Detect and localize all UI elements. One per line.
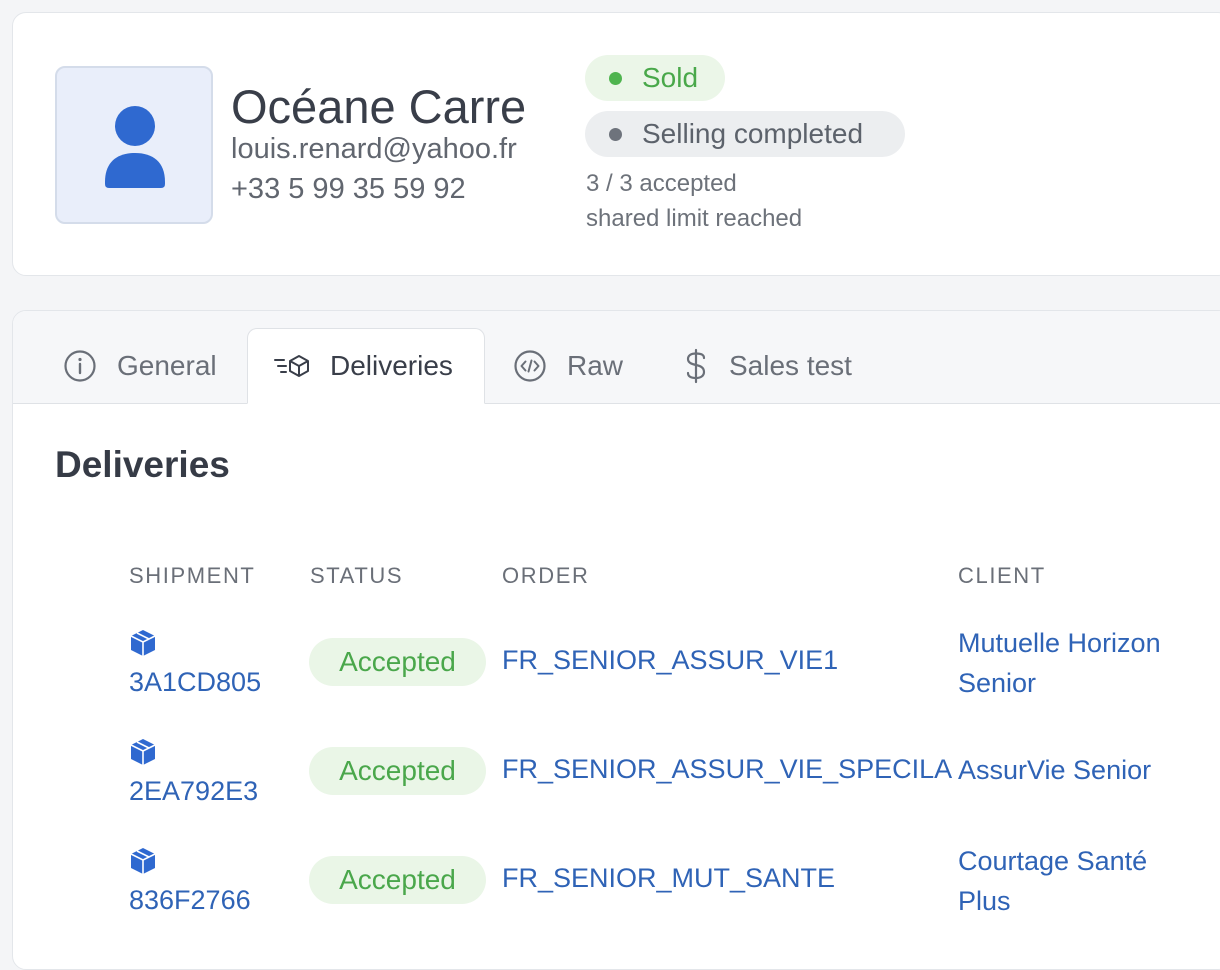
contact-email: louis.renard@yahoo.fr (231, 133, 517, 165)
client-name-line2: Plus (958, 886, 1011, 916)
tab-sales-test-label: Sales test (729, 350, 852, 381)
sold-status-badge: Sold (585, 55, 725, 101)
status-badge: Accepted (309, 638, 486, 686)
dollar-icon (686, 348, 706, 384)
accepted-count: 3 / 3 accepted (586, 170, 737, 197)
section-title: Deliveries (55, 444, 230, 485)
tab-bar: General Deliveries Raw Sales test (13, 311, 1220, 404)
tab-sales-test[interactable]: Sales test (665, 328, 905, 404)
table-row: 2EA792E3 Accepted FR_SENIOR_ASSUR_VIE_SP… (13, 732, 1220, 832)
client-link[interactable]: Courtage Santé Plus (958, 841, 1198, 921)
client-link[interactable]: AssurVie Senior (958, 750, 1198, 790)
selling-status-label: Selling completed (642, 118, 864, 149)
column-header-status: STATUS (310, 563, 404, 588)
tab-deliveries-label: Deliveries (330, 350, 453, 381)
column-header-order: ORDER (502, 563, 590, 588)
tab-general[interactable]: General (45, 328, 245, 404)
info-circle-icon (64, 350, 96, 382)
code-icon (514, 350, 546, 382)
client-name-line1: AssurVie Senior (958, 755, 1152, 785)
deliveries-card: General Deliveries Raw Sales test Delive… (12, 310, 1220, 970)
shipment-link[interactable]: 2EA792E3 (129, 776, 258, 807)
table-row: 3A1CD805 Accepted FR_SENIOR_ASSUR_VIE1 M… (13, 623, 1220, 723)
box-icon (130, 848, 156, 874)
shipment-link[interactable]: 3A1CD805 (129, 667, 261, 698)
shipment-link[interactable]: 836F2766 (129, 885, 251, 916)
status-dot (609, 127, 622, 141)
contact-name: Océane Carre (231, 80, 527, 133)
avatar (55, 66, 213, 224)
box-icon (130, 630, 156, 656)
client-name-line1: Courtage Santé (958, 846, 1148, 876)
status-badge: Accepted (309, 856, 486, 904)
sold-status-label: Sold (642, 62, 699, 93)
selling-status-badge: Selling completed (585, 111, 905, 157)
client-name-line1: Mutuelle Horizon (958, 628, 1161, 658)
column-header-client: CLIENT (958, 563, 1046, 588)
order-link[interactable]: FR_SENIOR_ASSUR_VIE1 (502, 645, 838, 676)
limit-text: shared limit reached (586, 205, 803, 232)
client-name-line2: Senior (958, 668, 1037, 698)
order-link[interactable]: FR_SENIOR_ASSUR_VIE_SPECILA (502, 754, 952, 785)
client-link[interactable]: Mutuelle Horizon Senior (958, 623, 1198, 703)
order-link[interactable]: FR_SENIOR_MUT_SANTE (502, 863, 835, 894)
contact-phone: +33 5 99 35 59 92 (231, 173, 466, 205)
tab-raw-label: Raw (567, 350, 624, 381)
tab-deliveries[interactable]: Deliveries (247, 328, 485, 404)
tab-general-label: General (117, 350, 217, 381)
tab-raw[interactable]: Raw (495, 328, 645, 404)
table-row: 836F2766 Accepted FR_SENIOR_MUT_SANTE Co… (13, 841, 1220, 941)
profile-card: Océane Carre louis.renard@yahoo.fr +33 5… (12, 12, 1220, 276)
user-icon (105, 106, 165, 188)
status-badge: Accepted (309, 747, 486, 795)
delivery-box-icon (274, 355, 309, 377)
box-icon (130, 739, 156, 765)
status-dot (609, 71, 622, 85)
column-header-shipment: SHIPMENT (129, 563, 256, 588)
